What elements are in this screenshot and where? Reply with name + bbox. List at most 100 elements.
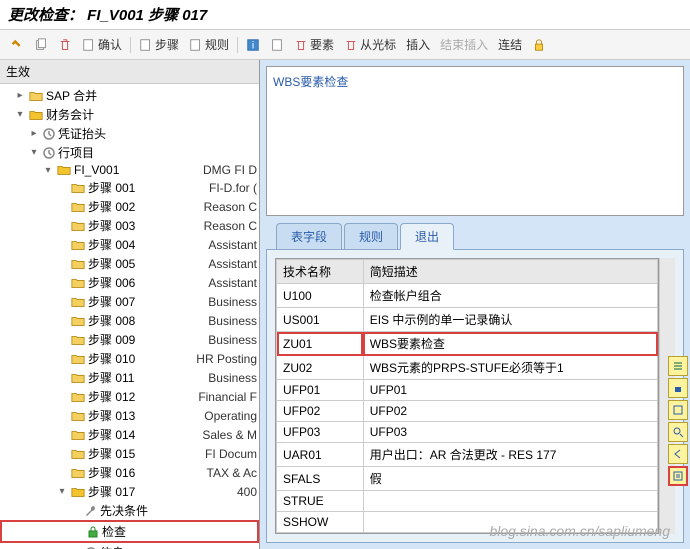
cell-tech[interactable]: US001 (277, 308, 364, 332)
cell-tech[interactable]: UFP03 (277, 422, 364, 443)
tool-icon[interactable] (6, 36, 28, 54)
tree-item[interactable]: 步骤 010HR Posting (0, 349, 259, 368)
tree-item[interactable]: 步骤 005Assistant (0, 254, 259, 273)
tree-label: 步骤 015 (88, 445, 135, 462)
tree-item[interactable]: ▾FI_V001DMG FI D (0, 162, 259, 178)
cell-desc[interactable]: 用户出口：AR 合法更改 - RES 177 (363, 443, 657, 467)
tree-label: 凭证抬头 (58, 125, 106, 142)
col-short-desc[interactable]: 简短描述 (363, 260, 657, 284)
tree-item[interactable]: 先决条件 (0, 501, 259, 520)
from-cursor-button[interactable]: 从光标 (340, 34, 400, 55)
tree-item[interactable]: ▸SAP 合并 (0, 86, 259, 105)
cell-desc[interactable] (363, 491, 657, 512)
cell-tech[interactable]: UAR01 (277, 443, 364, 467)
cell-desc[interactable]: WBS元素的PRPS-STUFE必须等于1 (363, 356, 657, 380)
step-button[interactable]: 步骤 (135, 34, 183, 55)
cell-tech[interactable]: U100 (277, 284, 364, 308)
side-form-icon[interactable] (668, 466, 688, 486)
tree-item[interactable]: 步骤 006Assistant (0, 273, 259, 292)
tree-label: 步骤 001 (88, 179, 135, 196)
tree-item[interactable]: ▾行项目 (0, 143, 259, 162)
tree-item[interactable]: 步骤 001FI-D.for ( (0, 178, 259, 197)
tree-item[interactable]: 检查 (0, 520, 259, 543)
cell-tech[interactable]: UFP01 (277, 380, 364, 401)
cell-desc[interactable]: UFP03 (363, 422, 657, 443)
tree-item[interactable]: 步骤 003Reason C (0, 216, 259, 235)
tree-item[interactable]: 步骤 002Reason C (0, 197, 259, 216)
tree[interactable]: ▸SAP 合并▾财务会计▸凭证抬头▾行项目▾FI_V001DMG FI D步骤 … (0, 84, 259, 549)
tab-exit[interactable]: 退出 (400, 223, 454, 250)
grid-row[interactable]: SSHOW (277, 512, 658, 533)
copy-icon[interactable] (30, 36, 52, 54)
grid-row[interactable]: ZU02WBS元素的PRPS-STUFE必须等于1 (277, 356, 658, 380)
tree-item[interactable]: 步骤 007Business (0, 292, 259, 311)
grid-row[interactable]: STRUE (277, 491, 658, 512)
cell-tech[interactable]: ZU01 (277, 332, 364, 356)
cell-desc[interactable]: UFP01 (363, 380, 657, 401)
insert-button[interactable]: 插入 (402, 34, 434, 55)
cell-tech[interactable]: UFP02 (277, 401, 364, 422)
tree-item[interactable]: 步骤 008Business (0, 311, 259, 330)
tab-fields[interactable]: 表字段 (276, 223, 342, 249)
tree-item[interactable]: 信息 (0, 543, 259, 549)
side-view-icon[interactable] (668, 400, 688, 420)
grid-row[interactable]: UAR01用户出口：AR 合法更改 - RES 177 (277, 443, 658, 467)
tree-item[interactable]: 步骤 015 FI Docum (0, 444, 259, 463)
detail-panel: WBS要素检查 表字段 规则 退出 技术名称简短描述 U100检查帐户组合US0… (260, 60, 690, 549)
grid-row[interactable]: ZU01WBS要素检查 (277, 332, 658, 356)
tree-item[interactable]: 步骤 004 Assistant (0, 235, 259, 254)
tree-item[interactable]: ▾财务会计 (0, 105, 259, 124)
expand-icon[interactable]: ▸ (14, 90, 26, 101)
expand-icon[interactable]: ▸ (28, 128, 40, 139)
expand-icon[interactable]: ▾ (42, 165, 54, 176)
grid-row[interactable]: UFP02UFP02 (277, 401, 658, 422)
tree-item[interactable]: 步骤 012Financial F (0, 387, 259, 406)
grid-row[interactable]: UFP03UFP03 (277, 422, 658, 443)
tree-desc: FI Docum (197, 447, 257, 461)
side-lock-icon[interactable] (668, 378, 688, 398)
expand-icon[interactable]: ▾ (56, 486, 68, 497)
cell-tech[interactable]: SSHOW (277, 512, 364, 533)
confirm-button[interactable]: 确认 (78, 34, 126, 55)
tree-item[interactable]: 步骤 009Business (0, 330, 259, 349)
end-insert-button[interactable]: 结束插入 (436, 34, 492, 55)
tree-label: FI_V001 (74, 163, 119, 177)
side-menu-icon[interactable] (668, 356, 688, 376)
tree-desc: Assistant (200, 238, 257, 252)
lock-toolbar-icon[interactable] (528, 36, 550, 54)
cell-tech[interactable]: ZU02 (277, 356, 364, 380)
tree-desc: Operating (196, 409, 257, 423)
cell-desc[interactable]: EIS 中示例的单一记录确认 (363, 308, 657, 332)
tree-item[interactable]: ▾步骤 017400 (0, 482, 259, 501)
grid-row[interactable]: UFP01UFP01 (277, 380, 658, 401)
connect-button[interactable]: 连结 (494, 34, 526, 55)
tree-item[interactable]: 步骤 013Operating (0, 406, 259, 425)
rule-button[interactable]: 规则 (185, 34, 233, 55)
tab-rules[interactable]: 规则 (344, 223, 398, 249)
cell-desc[interactable] (363, 512, 657, 533)
delete-icon[interactable] (54, 36, 76, 54)
tree-item[interactable]: 步骤 016TAX & Ac (0, 463, 259, 482)
cell-tech[interactable]: STRUE (277, 491, 364, 512)
cell-desc[interactable]: 检查帐户组合 (363, 284, 657, 308)
tree-item[interactable]: 步骤 014Sales & M (0, 425, 259, 444)
tree-label: 步骤 004 (88, 236, 135, 253)
exit-grid[interactable]: 技术名称简短描述 U100检查帐户组合US001EIS 中示例的单一记录确认ZU… (275, 258, 659, 534)
cell-tech[interactable]: SFALS (277, 467, 364, 491)
delete-element-button[interactable]: 要素 (290, 34, 338, 55)
info-icon[interactable]: i (242, 36, 264, 54)
expand-icon[interactable]: ▾ (14, 109, 26, 120)
grid-row[interactable]: SFALS假 (277, 467, 658, 491)
grid-row[interactable]: U100检查帐户组合 (277, 284, 658, 308)
paste-icon[interactable] (266, 36, 288, 54)
cell-desc[interactable]: 假 (363, 467, 657, 491)
col-tech-name[interactable]: 技术名称 (277, 260, 364, 284)
tree-item[interactable]: 步骤 011Business (0, 368, 259, 387)
side-search-icon[interactable] (668, 422, 688, 442)
cell-desc[interactable]: UFP02 (363, 401, 657, 422)
side-back-icon[interactable] (668, 444, 688, 464)
tree-item[interactable]: ▸ 凭证抬头 (0, 124, 259, 143)
grid-row[interactable]: US001EIS 中示例的单一记录确认 (277, 308, 658, 332)
expand-icon[interactable]: ▾ (28, 147, 40, 158)
cell-desc[interactable]: WBS要素检查 (363, 332, 657, 356)
